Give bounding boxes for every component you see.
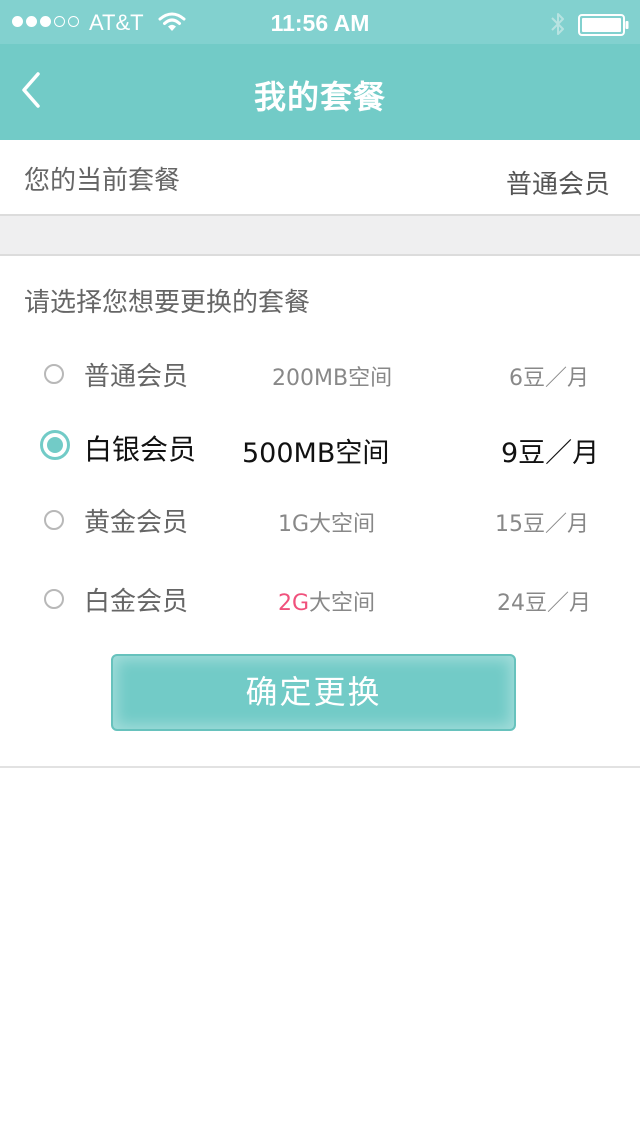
bluetooth-icon: [551, 13, 564, 35]
plan-price: 6豆／月: [509, 366, 589, 391]
radio-button[interactable]: [44, 589, 64, 609]
status-bar: AT&T 11:56 AM: [0, 0, 640, 44]
plan-storage: 2G大空间: [278, 585, 375, 617]
plan-name: 白金会员: [84, 587, 189, 617]
plan-name: 白银会员: [84, 433, 197, 466]
plan-storage: 200MB空间: [272, 360, 392, 392]
current-plan-label: 您的当前套餐: [24, 166, 181, 196]
plan-storage: 1G大空间: [278, 506, 375, 538]
plan-price: 15豆／月: [495, 512, 589, 537]
current-plan-value: 普通会员: [505, 170, 610, 200]
status-time: 11:56 AM: [270, 10, 370, 36]
plan-storage-text: 大空间: [309, 591, 376, 616]
current-plan-row: 您的当前套餐 普通会员: [0, 140, 640, 216]
plan-storage-text: 500MB空间: [242, 438, 390, 469]
radio-button[interactable]: [44, 510, 64, 530]
plan-storage-text: 200MB空间: [272, 366, 393, 391]
plan-option-platinum[interactable]: 白金会员 2G大空间 24豆／月: [0, 569, 640, 629]
plan-option-silver[interactable]: 白银会员 500MB空间 9豆／月: [0, 416, 640, 476]
navigation-bar: 我的套餐: [0, 44, 640, 140]
plan-selection-section: 请选择您想要更换的套餐 普通会员 200MB空间 6豆／月 白银会员 500MB…: [0, 258, 640, 768]
radio-button[interactable]: [44, 364, 64, 384]
plan-option-gold[interactable]: 黄金会员 1G大空间 15豆／月: [0, 490, 640, 550]
radio-button-selected[interactable]: [40, 430, 70, 460]
page-title: 我的套餐: [253, 78, 386, 116]
plan-storage-highlight: 2G: [278, 591, 310, 616]
plan-storage-text: 1G大空间: [278, 512, 376, 537]
plan-option-regular[interactable]: 普通会员 200MB空间 6豆／月: [0, 344, 640, 404]
plan-name: 黄金会员: [84, 508, 189, 538]
battery-icon: [578, 14, 629, 36]
plan-name: 普通会员: [84, 362, 189, 392]
plan-storage: 500MB空间: [242, 431, 389, 470]
selection-heading: 请选择您想要更换的套餐: [24, 288, 311, 318]
plan-price: 24豆／月: [497, 591, 591, 616]
plan-price: 9豆／月: [501, 438, 600, 469]
confirm-change-button[interactable]: 确定更换: [111, 654, 516, 731]
section-separator: [0, 216, 640, 256]
